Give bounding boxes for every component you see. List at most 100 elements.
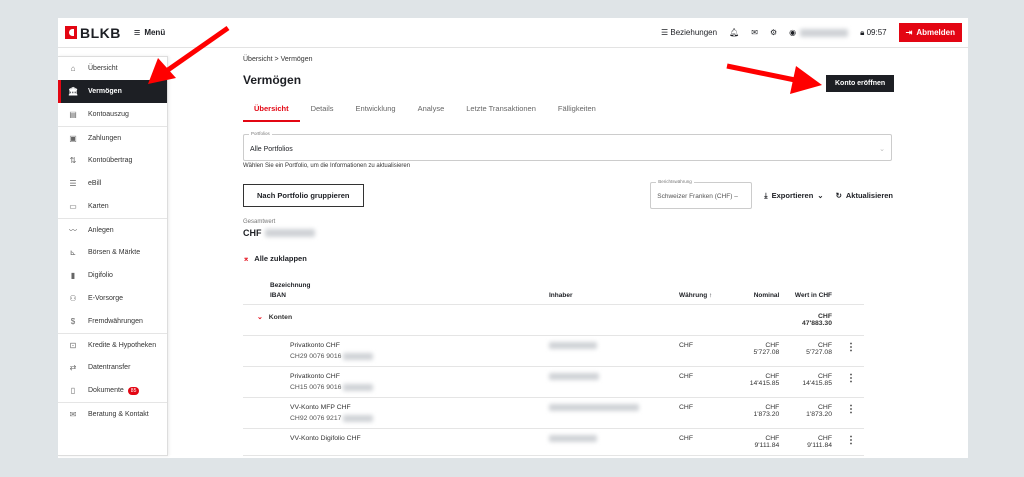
- download-icon: ⤓: [764, 190, 768, 200]
- logout-icon: ⇥: [905, 28, 913, 37]
- filter-icon: ☰: [660, 28, 669, 37]
- tab-faelligkeiten[interactable]: Fälligkeiten: [547, 100, 607, 122]
- sidebar-item-ebill[interactable]: ☰ eBill: [58, 172, 167, 195]
- tab-uebersicht[interactable]: Übersicht: [243, 100, 300, 122]
- col-currency[interactable]: Währung ↑: [673, 279, 733, 305]
- iban-visible: CH92 0076 9217: [290, 415, 342, 422]
- logo-icon: [65, 26, 77, 39]
- tab-transaktionen[interactable]: Letzte Transaktionen: [455, 100, 547, 122]
- page-title: Vermögen: [243, 73, 302, 87]
- gear-icon[interactable]: ⚙: [770, 28, 777, 37]
- owner-redacted: [549, 404, 639, 411]
- breadcrumb-home[interactable]: Übersicht: [243, 56, 273, 63]
- brand-logo[interactable]: BLKB: [65, 25, 121, 41]
- mail-icon: ✉: [69, 409, 77, 419]
- table-row[interactable]: VV-Konto MFP CHF CH92 0076 9217 CHF CHF 1…: [243, 397, 864, 429]
- more-options-icon[interactable]: ⋮: [838, 335, 864, 367]
- sidebar-item-zahlungen[interactable]: ▣ Zahlungen: [58, 126, 167, 149]
- sidebar-label: Vermögen: [88, 88, 122, 95]
- col-owner[interactable]: Inhaber: [543, 279, 673, 305]
- total-value: CHF: [243, 228, 893, 238]
- currency-cell: CHF: [673, 366, 733, 398]
- top-header: BLKB ≡ Menü ☰ Beziehungen 🔔︎ ✉ ⚙ ◉ 🔒︎ 09:…: [58, 18, 968, 48]
- header-iban: IBAN: [270, 292, 286, 299]
- sidebar-label: Kontoübertrag: [88, 157, 133, 164]
- export-label: Exportieren: [771, 190, 814, 200]
- data-transfer-icon: ⇄: [69, 363, 77, 372]
- sidebar-item-kredite[interactable]: ⊡ Kredite & Hypotheken: [58, 333, 167, 356]
- bell-icon[interactable]: 🔔︎: [729, 28, 739, 37]
- currency-select[interactable]: Berichtswährung Schweizer Franken (CHF) …: [650, 179, 753, 209]
- sidebar-label: Zahlungen: [88, 134, 122, 142]
- portfolio-select[interactable]: Portfolios Alle Portfolios ⌄: [243, 131, 892, 161]
- more-options-icon[interactable]: ⋮: [838, 428, 864, 456]
- owner-redacted: [549, 342, 597, 349]
- card-icon: ▭: [69, 202, 77, 211]
- col-actions: [838, 279, 864, 305]
- portfolio-value: Alle Portfolios: [250, 146, 293, 153]
- sidebar: ⌂ Übersicht 🏛︎ Vermögen ▤ Kontoauszug ▣ Zahl…: [58, 56, 168, 456]
- sidebar-item-fremdwaehrungen[interactable]: $ Fremdwährungen: [58, 310, 167, 333]
- documents-badge: 85: [127, 386, 140, 395]
- market-icon: ⊾: [69, 248, 77, 257]
- value-cell: CHF 5'727.08: [785, 335, 838, 367]
- account-iban: CH15 0076 9016: [290, 384, 537, 391]
- more-options-icon[interactable]: ⋮: [838, 397, 864, 429]
- col-name[interactable]: Bezeichnung IBAN: [243, 279, 543, 305]
- transfer-icon: ⇅: [69, 156, 77, 165]
- sidebar-label: Übersicht: [88, 65, 118, 72]
- chevron-down-icon: ⌄: [257, 314, 263, 321]
- account-iban: CH29 0076 9016: [290, 353, 537, 360]
- col-value[interactable]: Wert in CHF: [785, 279, 838, 305]
- group-by-portfolio-button[interactable]: Nach Portfolio gruppieren: [243, 184, 364, 207]
- sidebar-item-karten[interactable]: ▭ Karten: [58, 195, 167, 218]
- sidebar-item-dokumente[interactable]: ▯ Dokumente 85: [58, 379, 167, 402]
- table-row[interactable]: Privatkonto CHF CH29 0076 9016 CHF CHF 5'…: [243, 335, 864, 367]
- sidebar-item-kontoauszug[interactable]: ▤ Kontoauszug: [58, 103, 167, 126]
- sidebar-item-vermoegen[interactable]: 🏛︎ Vermögen: [58, 80, 167, 103]
- iban-visible: CH29 0076 9016: [290, 353, 342, 360]
- more-options-icon[interactable]: ⋮: [838, 366, 864, 398]
- logout-button[interactable]: ⇥ Abmelden: [898, 23, 962, 42]
- sidebar-item-kontouebertrag[interactable]: ⇅ Kontoübertrag: [58, 149, 167, 172]
- relations-button[interactable]: ☰ Beziehungen: [661, 28, 717, 37]
- sidebar-item-uebersicht[interactable]: ⌂ Übersicht: [58, 57, 167, 80]
- sidebar-label: Karten: [88, 203, 109, 210]
- digifolio-icon: ▮: [70, 271, 76, 280]
- nominal-cell: CHF 14'415.85: [733, 366, 786, 398]
- account-iban: CH92 0076 9217: [290, 415, 537, 422]
- sidebar-label: eBill: [88, 180, 102, 187]
- sidebar-item-evorsorge[interactable]: ⚇ E-Vorsorge: [58, 287, 167, 310]
- sidebar-item-digifolio[interactable]: ▮ Digifolio: [58, 264, 167, 287]
- user-profile[interactable]: ◉: [789, 28, 849, 37]
- sidebar-label: Kontoauszug: [88, 111, 129, 118]
- sidebar-item-datentransfer[interactable]: ⇄ Datentransfer: [58, 356, 167, 379]
- tab-entwicklung[interactable]: Entwicklung: [345, 100, 407, 122]
- table-row[interactable]: Privatkonto CHF CH15 0076 9016 CHF CHF 14…: [243, 366, 864, 398]
- owner-cell: [543, 397, 673, 429]
- portfolio-hint: Wählen Sie ein Portfolio, um die Informa…: [243, 163, 411, 169]
- col-nominal[interactable]: Nominal: [733, 279, 786, 305]
- group-row-konten[interactable]: ⌄ Konten CHF 47'883.30: [243, 304, 864, 336]
- export-button[interactable]: ⤓ Exportieren ⌄: [764, 191, 823, 201]
- tab-details[interactable]: Details: [300, 100, 345, 122]
- sidebar-label: Anlegen: [88, 226, 114, 234]
- sidebar-item-anlegen[interactable]: 〰 Anlegen: [58, 218, 167, 241]
- currency-cell: CHF: [673, 335, 733, 367]
- collapse-all-button[interactable]: ⌅ Alle zuklappen: [243, 254, 893, 263]
- hamburger-icon: ≡: [133, 26, 141, 39]
- mail-icon[interactable]: ✉: [751, 28, 758, 37]
- currency-value: Schweizer Franken (CHF) –: [657, 193, 738, 200]
- owner-cell: [543, 428, 673, 456]
- chart-line-icon: 〰: [69, 225, 77, 235]
- lock-icon: 🔒︎: [860, 27, 865, 37]
- sidebar-item-beratung[interactable]: ✉ Beratung & Kontakt: [58, 402, 167, 425]
- total-label: Gesamtwert: [243, 219, 276, 225]
- tab-analyse[interactable]: Analyse: [407, 100, 456, 122]
- tab-bar: Übersicht Details Entwicklung Analyse Le…: [243, 100, 893, 122]
- menu-button[interactable]: ≡ Menü: [134, 27, 165, 39]
- table-row[interactable]: VV-Konto Digifolio CHF CHF CHF 9'111.84 …: [243, 428, 864, 456]
- sidebar-item-boersen[interactable]: ⊾ Börsen & Märkte: [58, 241, 167, 264]
- refresh-button[interactable]: ↻ Aktualisieren: [836, 191, 893, 200]
- refresh-icon: ↻: [835, 191, 842, 200]
